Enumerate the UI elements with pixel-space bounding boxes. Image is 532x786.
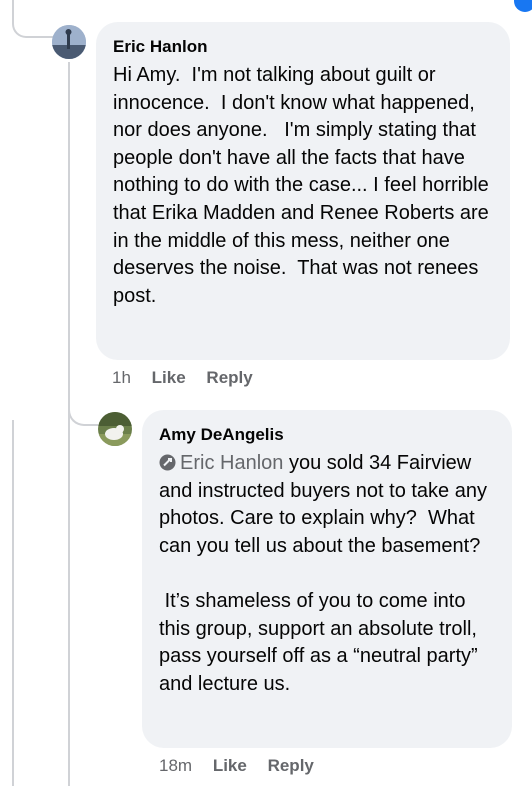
- reply-body: you sold 34 Fairview and instructed buye…: [159, 452, 487, 695]
- reply-actions: 18m Like Reply: [159, 756, 314, 776]
- avatar[interactable]: [98, 412, 132, 446]
- thread-curve-top: [12, 20, 54, 38]
- thread-line-main: [68, 62, 70, 786]
- reply-timestamp[interactable]: 18m: [159, 756, 192, 775]
- reply-mention-icon: [159, 452, 180, 474]
- thread-line-top: [12, 0, 14, 22]
- reply-author[interactable]: Amy DeAngelis: [159, 424, 500, 446]
- comment-actions: 1h Like Reply: [112, 368, 253, 388]
- mention-link[interactable]: Eric Hanlon: [180, 452, 283, 474]
- reply-bubble: Amy DeAngelis Eric Hanlon you sold 34 Fa…: [142, 410, 512, 748]
- reply-button[interactable]: Reply: [206, 368, 252, 387]
- reply-button[interactable]: Reply: [268, 756, 314, 775]
- like-button[interactable]: Like: [152, 368, 186, 387]
- notification-dot: [514, 0, 532, 12]
- reply-text: Eric Hanlon you sold 34 Fairview and ins…: [159, 450, 500, 698]
- thread-line-left: [12, 420, 14, 786]
- like-button[interactable]: Like: [213, 756, 247, 775]
- comment-author[interactable]: Eric Hanlon: [113, 36, 496, 58]
- avatar[interactable]: [52, 25, 86, 59]
- comment-text: Hi Amy. I'm not talking about guilt or i…: [113, 64, 495, 307]
- comment-timestamp[interactable]: 1h: [112, 368, 131, 387]
- comment-bubble: Eric Hanlon Hi Amy. I'm not talking abou…: [96, 22, 510, 360]
- thread-curve-reply: [68, 394, 98, 426]
